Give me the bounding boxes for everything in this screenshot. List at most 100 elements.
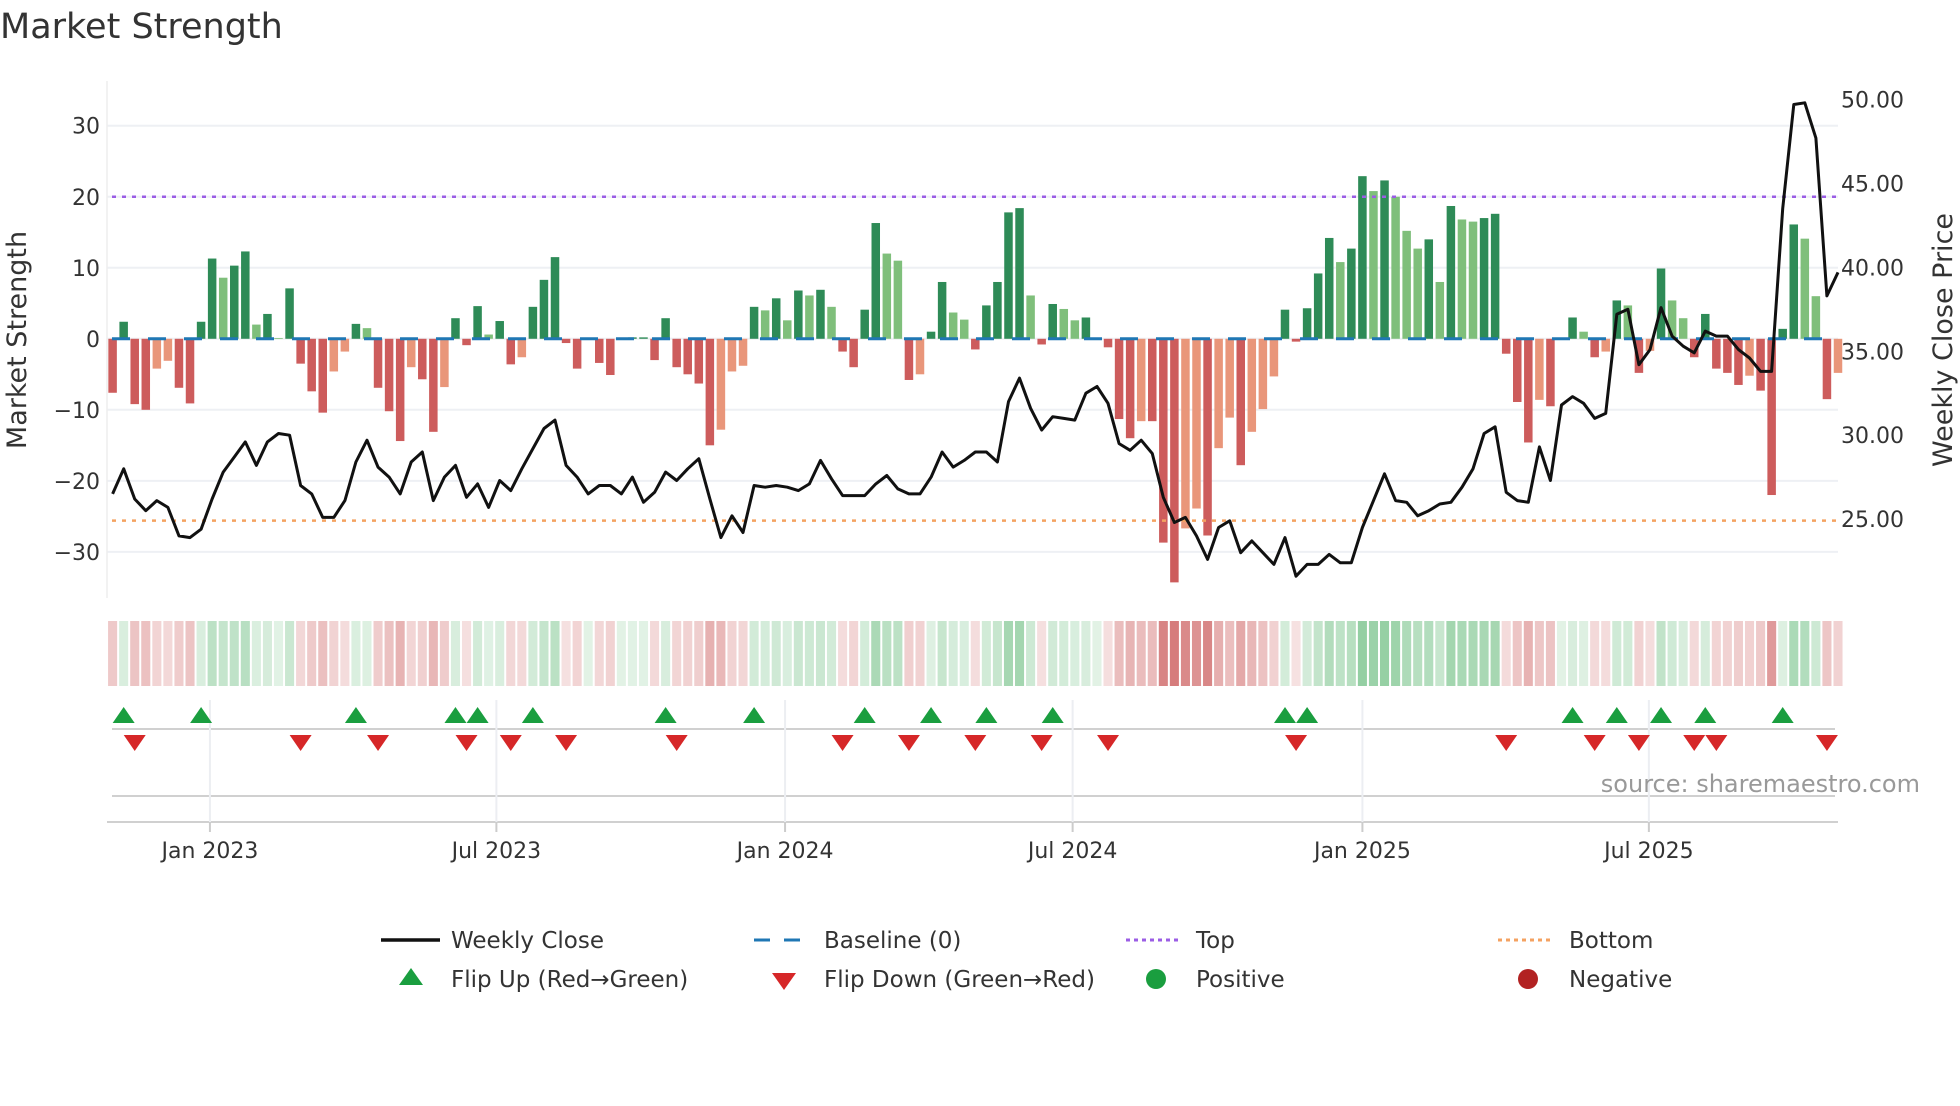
strength-bar [1324,237,1334,339]
strip-cell [1645,621,1655,686]
y-tick-label: 30 [72,115,100,140]
strip-cell [1435,621,1445,686]
strip-cell [1534,621,1544,686]
strip-cell [738,621,748,686]
strip-cell [627,621,637,686]
flip-down-marker [1815,735,1838,751]
strip-cell [1346,621,1356,686]
strip-cell [1512,621,1522,686]
strip-cell [484,621,494,686]
flip-down-marker [123,735,146,751]
strength-bar [108,338,117,393]
strength-bar [882,253,892,339]
strip-cell [959,621,969,686]
strip-cell [1379,621,1390,686]
strength-bar [959,319,969,339]
strength-bar [948,312,958,339]
strength-bar [1822,338,1832,400]
strength-bar [1811,296,1821,339]
strength-bar [606,338,615,376]
legend-item-negative: Negative [1518,967,1672,993]
strip-cell [428,621,438,686]
strength-bar [351,323,361,339]
y-tick-label: −30 [54,541,100,566]
strength-bar [1579,331,1588,339]
strength-bar [783,320,792,339]
flip-up-marker [1771,707,1794,723]
strip-cell [727,621,737,686]
strip-cell [340,621,350,686]
strength-bar [1712,338,1721,369]
strip-cell [1125,621,1135,686]
strength-bar [639,337,648,339]
flip-up-marker [853,707,876,723]
strip-cell [1601,621,1611,686]
strength-bar [1446,205,1456,339]
strip-cell [1302,621,1312,686]
legend: Weekly Close Baseline (0) Top Bottom Fli… [381,928,1672,993]
strength-bar [1380,180,1389,339]
strength-bar [440,338,449,388]
flip-down-marker [665,735,688,751]
strength-bar [241,251,250,339]
strip-cell [539,621,549,686]
strip-cell [307,621,317,686]
x-tick-label: Jan 2023 [159,839,258,864]
flip-up-marker [654,707,677,723]
strength-bar [993,281,1002,339]
strip-cell [1280,621,1290,686]
strip-cell [1623,621,1633,686]
strip-cell [1722,621,1732,686]
strip-cell [207,621,217,686]
right-axis-ticks: 50.00 45.00 40.00 35.00 30.00 25.00 [1841,88,1904,533]
strip-cell [473,621,483,686]
strip-cell [1169,621,1179,686]
strength-bar [871,223,881,339]
flip-up-marker [920,707,943,723]
strip-cell [461,621,472,686]
strip-cell [262,621,272,686]
strip-cell [583,621,593,686]
strip-cell [1081,621,1091,686]
strength-bar [1181,338,1190,529]
strip-cell [406,621,416,686]
y2-tick-label: 35.00 [1841,340,1904,365]
circle-icon [1146,969,1166,989]
strength-bar [285,288,294,339]
flip-down-marker [1627,735,1650,751]
strip-cell [1247,621,1257,686]
strip-cell [384,621,394,686]
strength-bar [595,338,604,363]
strip-cell [240,621,250,686]
strength-bar [539,279,549,339]
strip-cell [174,621,184,686]
strength-bar [1192,338,1201,509]
strength-bar [1402,230,1411,339]
strip-cell [1778,621,1788,686]
strength-bar [1125,338,1135,439]
strip-cell [782,621,792,686]
strength-bar [982,305,991,339]
strength-bar [1059,308,1069,339]
strip-cell [1180,621,1190,686]
strength-bar [495,321,504,339]
strip-cell [351,621,361,686]
strip-cell [937,621,947,686]
strength-bar [838,338,847,352]
flip-up-marker [1605,707,1628,723]
strip-cell [395,621,405,686]
flip-up-marker [1561,707,1584,723]
strength-bar [1258,338,1268,410]
strip-cell [1590,621,1600,686]
strength-bar [1601,338,1610,352]
legend-item-positive: Positive [1146,967,1285,993]
strip-cell [1711,621,1721,686]
strength-bar [915,338,925,375]
flip-down-marker [555,735,578,751]
flip-down-marker [897,735,920,751]
flip-down-marker [1030,735,1053,751]
strip-cell [1822,621,1832,686]
legend-label: Baseline (0) [824,928,961,954]
strip-cell [1092,621,1102,686]
strip-cell [163,621,173,686]
